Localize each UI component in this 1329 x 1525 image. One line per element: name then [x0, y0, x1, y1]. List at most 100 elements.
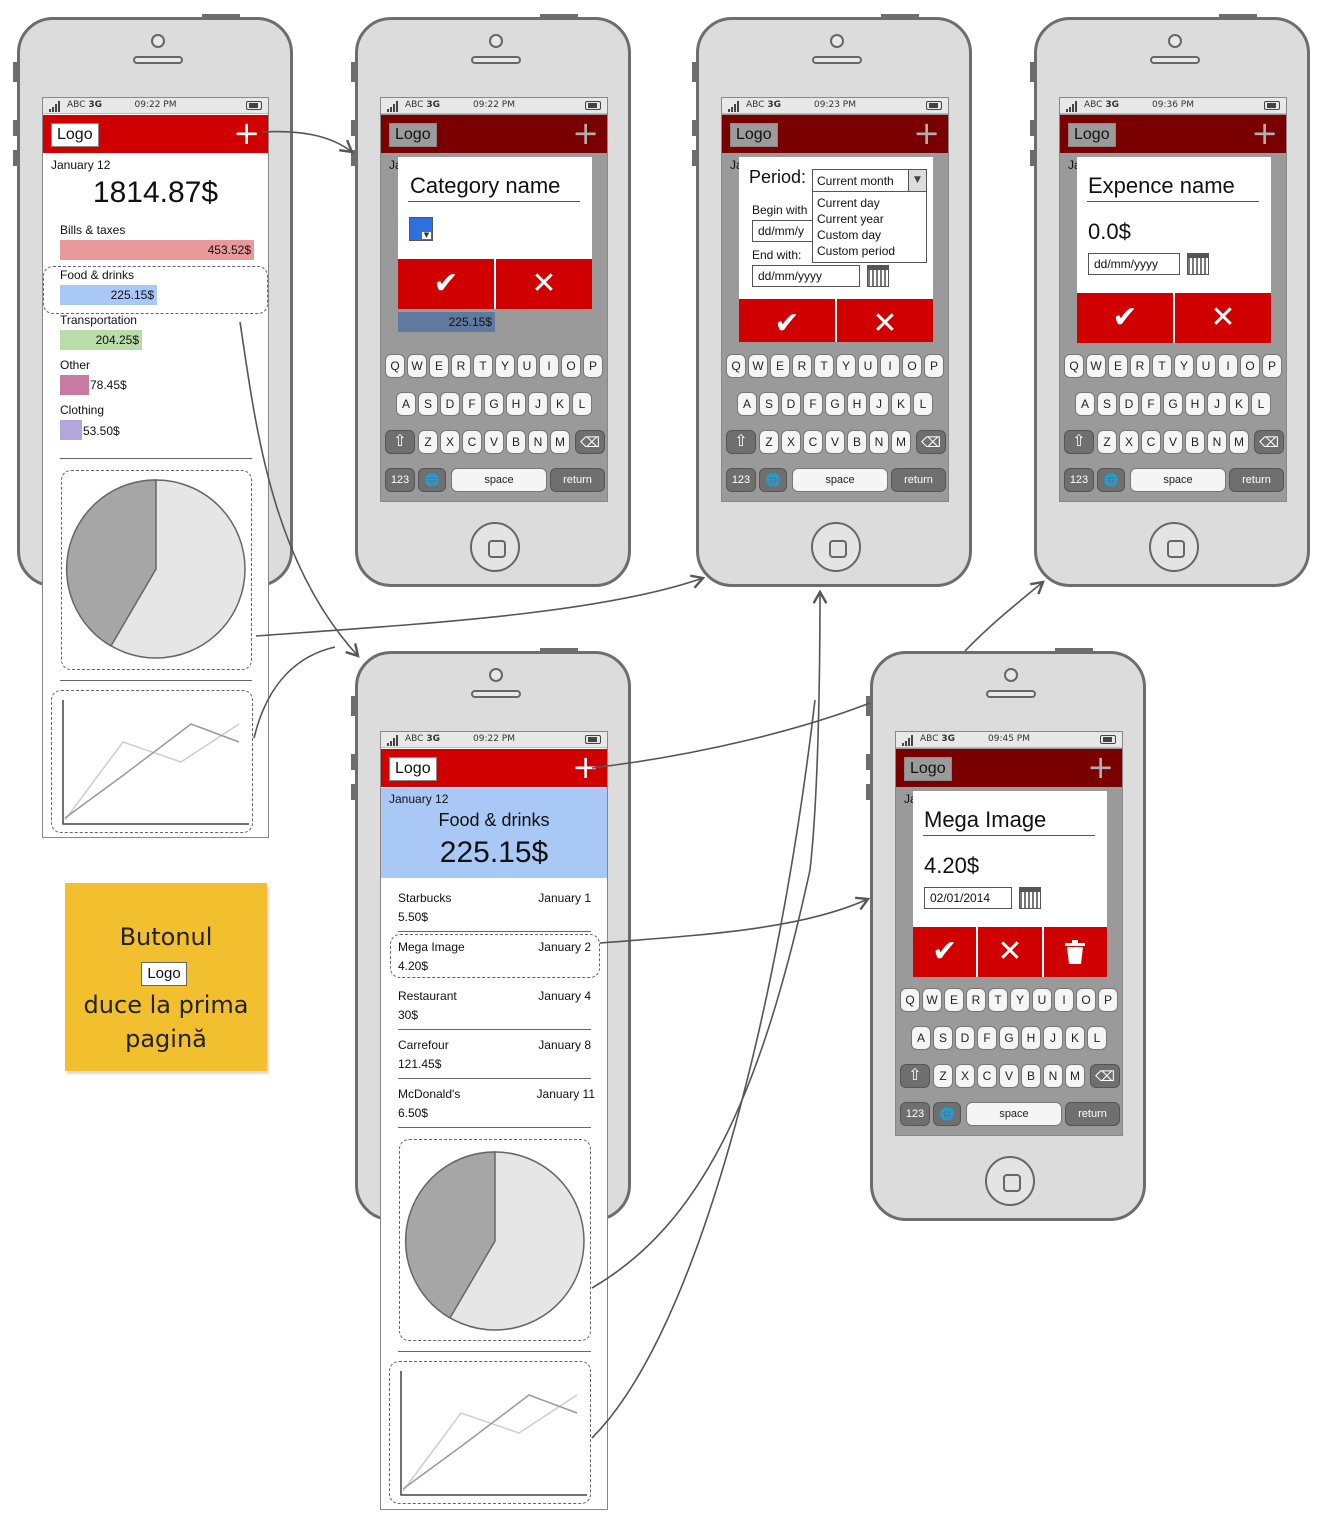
key-x[interactable]: X [781, 430, 801, 454]
color-picker[interactable]: ▼ [409, 217, 433, 241]
category-bar[interactable] [60, 420, 82, 440]
period-select[interactable]: Current month ▼ [813, 170, 926, 192]
logo-button[interactable]: Logo [1068, 123, 1116, 147]
key-s[interactable]: S [1097, 392, 1117, 416]
expense-amount-input[interactable]: 0.0$ [1088, 219, 1131, 245]
home-button[interactable] [1149, 522, 1199, 572]
key-i[interactable]: I [539, 354, 559, 378]
key-r[interactable]: R [792, 354, 812, 378]
key-t[interactable]: T [473, 354, 493, 378]
key-f[interactable]: F [1141, 392, 1161, 416]
category-bar[interactable] [60, 375, 89, 395]
globe-icon[interactable]: 🌐 [1097, 468, 1125, 492]
space-key[interactable]: space [966, 1102, 1062, 1126]
key-y[interactable]: Y [836, 354, 856, 378]
key-x[interactable]: X [1119, 430, 1139, 454]
key-u[interactable]: U [1032, 988, 1052, 1012]
key-e[interactable]: E [1108, 354, 1128, 378]
key-p[interactable]: P [1098, 988, 1118, 1012]
key-y[interactable]: Y [495, 354, 515, 378]
key-d[interactable]: D [955, 1026, 975, 1050]
key-j[interactable]: J [1207, 392, 1227, 416]
key-p[interactable]: P [1262, 354, 1282, 378]
key-e[interactable]: E [429, 354, 449, 378]
logo-button[interactable]: Logo [730, 123, 778, 147]
shift-icon[interactable]: ⇧ [900, 1064, 930, 1088]
calendar-icon[interactable] [1187, 253, 1209, 275]
numbers-key[interactable]: 123 [385, 468, 415, 492]
plus-icon[interactable]: + [572, 751, 599, 783]
key-b[interactable]: B [847, 430, 867, 454]
key-h[interactable]: H [847, 392, 867, 416]
backspace-icon[interactable]: ⌫ [916, 430, 946, 454]
period-dropdown[interactable]: Current month ▼ Current day Current year… [812, 169, 927, 263]
key-s[interactable]: S [933, 1026, 953, 1050]
key-v[interactable]: V [484, 430, 504, 454]
key-w[interactable]: W [1086, 354, 1106, 378]
cancel-button[interactable]: ✕ [1175, 293, 1271, 343]
expense-name-input[interactable]: Expence name [1088, 173, 1235, 199]
confirm-button[interactable]: ✔ [739, 299, 837, 342]
plus-icon[interactable]: + [572, 117, 599, 149]
key-t[interactable]: T [988, 988, 1008, 1012]
category-bar[interactable]: 453.52$ [60, 240, 254, 260]
end-date-input[interactable]: dd/mm/yyyy [752, 265, 860, 287]
key-i[interactable]: I [1218, 354, 1238, 378]
key-r[interactable]: R [966, 988, 986, 1012]
return-key[interactable]: return [550, 468, 605, 492]
period-option[interactable]: Custom period [817, 244, 895, 258]
cancel-button[interactable]: ✕ [837, 299, 933, 342]
space-key[interactable]: space [792, 468, 888, 492]
key-e[interactable]: E [770, 354, 790, 378]
key-s[interactable]: S [759, 392, 779, 416]
plus-icon[interactable]: + [1251, 117, 1278, 149]
return-key[interactable]: return [1065, 1102, 1120, 1126]
key-l[interactable]: L [1251, 392, 1271, 416]
logo-button[interactable]: Logo [51, 123, 99, 147]
numbers-key[interactable]: 123 [900, 1102, 930, 1126]
space-key[interactable]: space [1130, 468, 1226, 492]
key-w[interactable]: W [748, 354, 768, 378]
numbers-key[interactable]: 123 [726, 468, 756, 492]
key-g[interactable]: G [825, 392, 845, 416]
key-c[interactable]: C [1141, 430, 1161, 454]
key-g[interactable]: G [484, 392, 504, 416]
key-o[interactable]: O [1240, 354, 1260, 378]
period-option[interactable]: Current year [817, 212, 884, 226]
key-o[interactable]: O [561, 354, 581, 378]
shift-icon[interactable]: ⇧ [726, 430, 756, 454]
key-q[interactable]: Q [385, 354, 405, 378]
key-t[interactable]: T [1152, 354, 1172, 378]
logo-button[interactable]: Logo [389, 757, 437, 781]
key-t[interactable]: T [814, 354, 834, 378]
confirm-button[interactable]: ✔ [398, 259, 496, 309]
key-i[interactable]: I [880, 354, 900, 378]
key-z[interactable]: Z [1097, 430, 1117, 454]
shift-icon[interactable]: ⇧ [385, 430, 415, 454]
key-b[interactable]: B [1185, 430, 1205, 454]
key-n[interactable]: N [528, 430, 548, 454]
key-h[interactable]: H [506, 392, 526, 416]
key-v[interactable]: V [999, 1064, 1019, 1088]
key-q[interactable]: Q [900, 988, 920, 1012]
plus-icon[interactable]: + [1087, 751, 1114, 783]
plus-icon[interactable]: + [233, 117, 260, 149]
key-k[interactable]: K [891, 392, 911, 416]
key-a[interactable]: A [911, 1026, 931, 1050]
key-m[interactable]: M [1065, 1064, 1085, 1088]
space-key[interactable]: space [451, 468, 547, 492]
key-z[interactable]: Z [933, 1064, 953, 1088]
key-e[interactable]: E [944, 988, 964, 1012]
key-f[interactable]: F [803, 392, 823, 416]
key-s[interactable]: S [418, 392, 438, 416]
key-w[interactable]: W [407, 354, 427, 378]
category-bar[interactable]: 225.15$ [60, 285, 157, 305]
key-m[interactable]: M [891, 430, 911, 454]
key-h[interactable]: H [1021, 1026, 1041, 1050]
key-u[interactable]: U [858, 354, 878, 378]
key-k[interactable]: K [1229, 392, 1249, 416]
key-h[interactable]: H [1185, 392, 1205, 416]
key-x[interactable]: X [955, 1064, 975, 1088]
key-j[interactable]: J [528, 392, 548, 416]
key-d[interactable]: D [440, 392, 460, 416]
